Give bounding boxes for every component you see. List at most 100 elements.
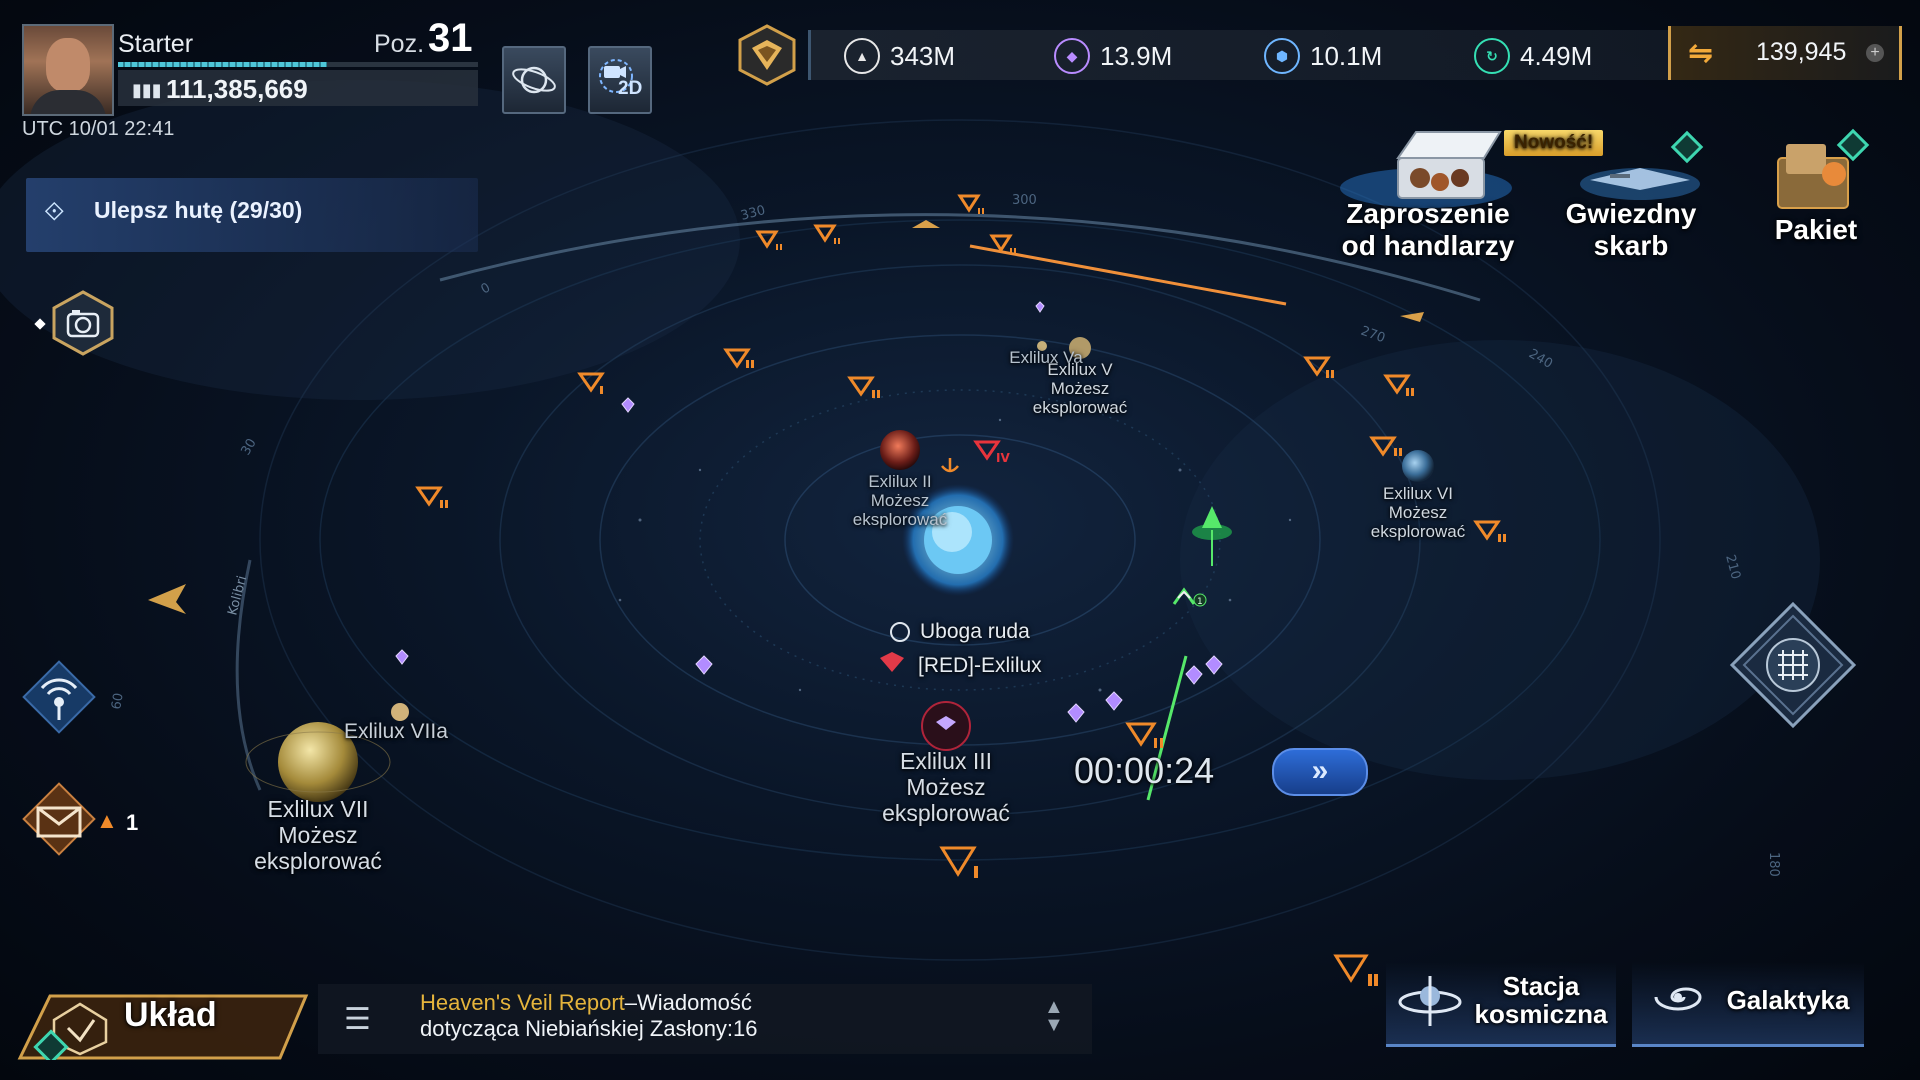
degree-label: 300 xyxy=(1012,193,1037,208)
march-timer: 00:00:24 xyxy=(1074,750,1215,791)
player-name: Starter xyxy=(118,30,194,58)
merchant-event-title-line1: Zaproszenie xyxy=(1346,198,1510,229)
star-owner-label[interactable]: [RED]-Exlilux xyxy=(918,654,1042,678)
quest-label: Ulepsz hutę (29/30) xyxy=(94,197,303,223)
quest-icon: ⟐ xyxy=(44,196,65,226)
mail-count: 1 xyxy=(126,810,139,835)
resource-alloy[interactable]: ⬢ 10.1M xyxy=(1264,38,1382,74)
fleet-marker xyxy=(723,348,751,369)
galaxy-label: Galaktyka xyxy=(1726,985,1850,1015)
speed-up-button[interactable]: » xyxy=(1272,748,1368,796)
star-treasure-title-line1: Gwiezdny xyxy=(1565,198,1697,229)
view-2d-label: 2D xyxy=(618,78,643,99)
fleet-marker xyxy=(847,376,875,397)
fleet-marker xyxy=(1333,954,1369,983)
fleet-marker xyxy=(755,230,779,249)
alert-icon: ▲ xyxy=(96,808,118,833)
planet-status: Możesz xyxy=(906,774,986,800)
chat-message-source: Heaven's Veil Report xyxy=(420,990,625,1015)
crystal-node xyxy=(1035,301,1045,313)
chat-message: Heaven's Veil Report–Wiadomość dotycząca… xyxy=(420,990,820,1042)
resource-crystal[interactable]: ◆ 13.9M xyxy=(1054,38,1172,74)
crystal-node xyxy=(395,649,409,665)
view-2d-button[interactable]: 2D xyxy=(588,46,652,114)
utc-time: UTC 10/01 22:41 xyxy=(22,118,175,140)
crystal-node xyxy=(695,655,713,675)
degree-label: 30 xyxy=(238,436,259,458)
merchant-event-title-line2: od handlarzy xyxy=(1341,230,1515,261)
pack-title: Pakiet xyxy=(1774,214,1858,245)
planet-label-exlilux-vi[interactable]: Exlilux VI Możesz eksplorować xyxy=(1358,484,1478,541)
galaxy-compass-button[interactable] xyxy=(1728,600,1858,730)
space-station-button[interactable]: Stacja kosmiczna xyxy=(1386,962,1616,1047)
merchant-event-button[interactable]: Zaproszenie od handlarzy xyxy=(1318,198,1538,262)
crystal-icon: ◆ xyxy=(1054,38,1090,74)
planet-status: Możesz xyxy=(278,822,358,848)
planet-exlilux-viia xyxy=(391,703,409,721)
treasure-indicator-icon xyxy=(1670,130,1704,164)
own-fleet-count: 1 xyxy=(1197,597,1203,607)
star-resource-label[interactable]: Uboga ruda xyxy=(920,620,1030,644)
planet-view-button[interactable] xyxy=(502,46,566,114)
fleet-marker xyxy=(415,486,443,507)
planet-label-exlilux-iii[interactable]: Exlilux III Możesz eksplorować xyxy=(866,748,1026,826)
resource-alloy-value: 10.1M xyxy=(1310,40,1383,71)
crystal-node xyxy=(1105,691,1123,711)
degree-label: 180 xyxy=(1766,852,1781,877)
pack-event-button[interactable]: Pakiet xyxy=(1752,214,1880,246)
galaxy-button[interactable]: Galaktyka xyxy=(1632,962,1864,1047)
star-treasure-event-button[interactable]: Gwiezdny skarb xyxy=(1546,198,1716,262)
resource-energy[interactable]: ↻ 4.49M xyxy=(1474,38,1592,74)
planet-label-exlilux-v[interactable]: Exlilux V Możesz eksplorować xyxy=(1020,360,1140,417)
resource-crystal-value: 13.9M xyxy=(1100,40,1173,71)
planet-status: Możesz xyxy=(1050,379,1110,398)
fleet-marker xyxy=(957,194,981,213)
fleet-marker xyxy=(813,224,837,243)
pack-indicator-icon xyxy=(1836,128,1870,162)
planet-status: eksplorować xyxy=(254,848,382,874)
fleet-marker xyxy=(989,234,1013,253)
galaxy-icon xyxy=(1654,987,1702,1011)
planet-name: Exlilux VIIa xyxy=(344,720,448,743)
planet-name: Exlilux II xyxy=(868,472,932,491)
add-currency-button[interactable]: + xyxy=(1866,44,1884,62)
screenshot-button[interactable] xyxy=(50,290,116,356)
ore-icon: ▲ xyxy=(844,38,880,74)
direction-arrow xyxy=(148,584,186,614)
crystal-node xyxy=(1185,665,1203,685)
planet-name: Exlilux III xyxy=(899,748,993,774)
player-level: 31 xyxy=(428,16,473,60)
fleet-marker xyxy=(939,846,977,877)
alliance-emblem-icon[interactable] xyxy=(736,24,798,86)
premium-currency-icon: ⇋ xyxy=(1688,37,1714,70)
planet-name: Exlilux V xyxy=(1047,360,1113,379)
degree-label: 270 xyxy=(1359,324,1387,347)
resource-ore[interactable]: ▲ 343M xyxy=(844,38,955,74)
mail-button[interactable] xyxy=(14,774,104,864)
chat-expand-toggle[interactable]: ▲ ▼ xyxy=(1044,997,1064,1035)
power-icon: ▮▮▮ xyxy=(132,80,162,100)
space-station-label-line1: Stacja xyxy=(1502,971,1580,1001)
power-value: 111,385,669 xyxy=(166,74,308,104)
planet-status: Możesz xyxy=(870,491,930,510)
planet-name: Exlilux VI xyxy=(1383,484,1453,503)
planet-label-exlilux-vii[interactable]: Exlilux VII Możesz eksplorować xyxy=(238,796,398,874)
planet-status: eksplorować xyxy=(1032,398,1128,417)
chat-icon[interactable]: ☰ xyxy=(344,1002,371,1037)
signal-button[interactable] xyxy=(14,652,104,742)
planet-label-exlilux-ii[interactable]: Exlilux II Możesz eksplorować xyxy=(840,472,960,529)
crystal-node xyxy=(621,397,635,413)
planet-exlilux-vi xyxy=(1402,450,1434,482)
svg-text:IV: IV xyxy=(996,451,1010,465)
planet-status: eksplorować xyxy=(882,800,1010,826)
travel-path xyxy=(969,244,1287,306)
planet-label-exlilux-viia[interactable]: Exlilux VIIa xyxy=(344,720,448,744)
xp-bar xyxy=(118,62,478,67)
alloy-icon: ⬢ xyxy=(1264,38,1300,74)
planet-name: Exlilux VII xyxy=(267,796,369,822)
player-avatar[interactable] xyxy=(22,24,114,116)
system-tab-label: Układ xyxy=(124,996,217,1034)
energy-icon: ↻ xyxy=(1474,38,1510,74)
player-level-label: Poz. xyxy=(374,30,425,58)
planet-status: Możesz xyxy=(1388,503,1448,522)
